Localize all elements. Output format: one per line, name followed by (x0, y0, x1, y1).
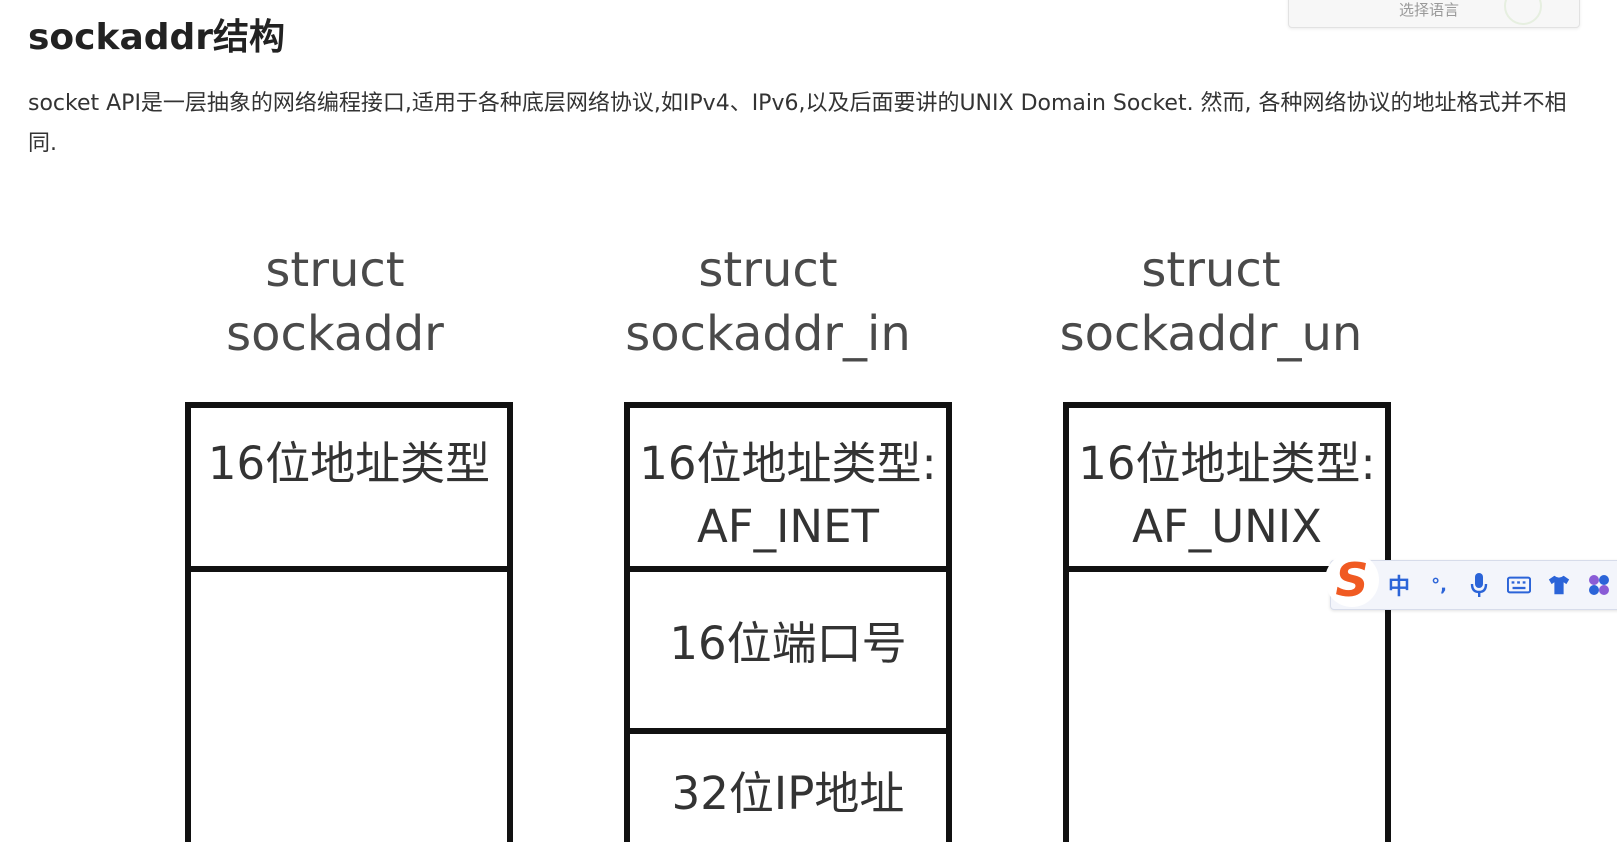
struct-name: sockaddr_in (625, 306, 911, 362)
struct-keyword: struct (265, 242, 405, 298)
struct-heading-sockaddr-in: struct sockaddr_in (618, 238, 918, 366)
struct-heading-sockaddr-un: struct sockaddr_un (1056, 238, 1366, 366)
struct-box-sockaddr-in: 16位地址类型: AF_INET 16位端口号 32位IP地址 (624, 402, 952, 842)
field-port: 16位端口号 (630, 572, 946, 734)
ime-mode-button[interactable]: 中 (1387, 571, 1411, 600)
field-ip-address: 32位IP地址 (671, 767, 905, 820)
field-address-type: 16位地址类型: AF_INET (630, 408, 946, 572)
ime-toolbar[interactable]: S 中 °, (1325, 553, 1617, 610)
struct-keyword: struct (1141, 242, 1281, 298)
struct-box-sockaddr-un: 16位地址类型: AF_UNIX (1063, 402, 1391, 842)
struct-box-sockaddr: 16位地址类型 (185, 402, 513, 842)
struct-name: sockaddr (226, 306, 444, 362)
struct-name: sockaddr_un (1059, 306, 1363, 362)
keyboard-icon[interactable] (1507, 571, 1531, 599)
ime-punctuation-button[interactable]: °, (1427, 571, 1451, 599)
field-empty (1069, 572, 1385, 848)
struct-keyword: struct (698, 242, 838, 298)
struct-heading-sockaddr: struct sockaddr (205, 238, 465, 366)
sogou-logo-icon[interactable]: S (1325, 553, 1379, 607)
sockaddr-diagram: struct sockaddr 16位地址类型 struct sockaddr_… (0, 0, 1617, 842)
field-address-type: 16位地址类型 (191, 408, 507, 572)
field-empty (191, 572, 507, 848)
skin-shirt-icon[interactable] (1547, 571, 1571, 599)
microphone-icon[interactable] (1467, 571, 1491, 599)
field-address-type: 16位地址类型: AF_UNIX (1069, 408, 1385, 572)
toolbox-grid-icon[interactable] (1587, 571, 1611, 599)
